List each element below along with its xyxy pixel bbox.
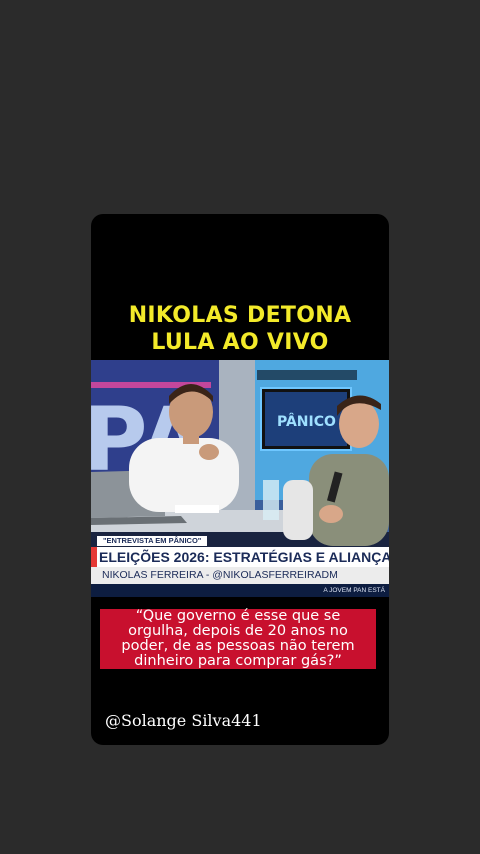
quote-line-4: dinheiro para comprar gás?”: [134, 653, 342, 669]
video-frame[interactable]: PA PÂNICO "ENTREVISTA EM PÂNICO" ELEIÇÕE…: [91, 360, 389, 597]
story-card: NIKOLAS DETONA LULA AO VIVO PA PÂNICO "E…: [91, 214, 389, 745]
headline-line-1: NIKOLAS DETONA: [128, 303, 352, 328]
lower-third-subtitle: NIKOLAS FERREIRA - @NIKOLASFERREIRADM: [102, 569, 338, 581]
lower-third-title: ELEIÇÕES 2026: ESTRATÉGIAS E ALIANÇA: [99, 549, 389, 565]
quote-text: “Que governo é esse que se orgulha, depo…: [100, 609, 376, 669]
lower-third-footer: A JOVEM PAN ESTÁ: [323, 587, 385, 594]
quote-line-1: “Que governo é esse que se: [135, 608, 341, 624]
svg-text:PÂNICO: PÂNICO: [277, 413, 336, 430]
headline: NIKOLAS DETONA LULA AO VIVO: [91, 302, 389, 356]
quote-line-2: orgulha, depois de 20 anos no: [128, 623, 348, 639]
headline-line-2: LULA AO VIVO: [151, 330, 329, 355]
quote-line-3: poder, de as pessoas não terem: [121, 638, 355, 654]
author-credit: @Solange Silva441: [105, 711, 262, 730]
segment-tag: "ENTREVISTA EM PÂNICO": [97, 536, 208, 546]
